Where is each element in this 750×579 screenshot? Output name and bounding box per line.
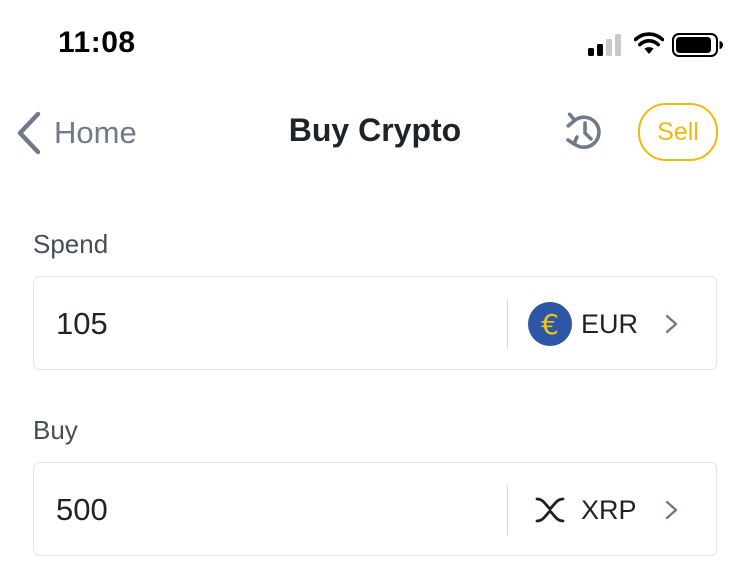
status-time: 11:08 — [58, 26, 136, 59]
spend-currency-selector[interactable]: € EUR — [528, 297, 708, 351]
battery-icon — [672, 33, 723, 57]
history-button[interactable] — [565, 112, 605, 154]
field-divider — [507, 485, 508, 535]
status-icons — [588, 30, 724, 60]
field-divider — [507, 299, 508, 349]
buy-field: XRP — [33, 462, 717, 556]
nav-bar: Home Buy Crypto Sell — [0, 100, 750, 170]
spend-currency-code: EUR — [581, 308, 639, 339]
buy-currency-code: XRP — [581, 494, 637, 525]
buy-currency-selector[interactable]: XRP — [528, 483, 708, 537]
signal-icon — [588, 34, 621, 56]
eur-icon: € — [528, 302, 572, 346]
back-button[interactable]: Home — [14, 110, 137, 156]
chevron-right-icon — [665, 314, 678, 334]
chevron-right-icon — [665, 500, 678, 520]
spend-amount-input[interactable] — [56, 301, 476, 347]
chevron-left-icon — [17, 111, 41, 155]
xrp-icon — [528, 488, 572, 532]
buy-label: Buy — [33, 415, 78, 445]
history-icon — [566, 112, 601, 149]
back-label: Home — [54, 115, 137, 150]
spend-label: Spend — [33, 229, 109, 259]
wifi-icon — [634, 32, 664, 54]
buy-amount-input[interactable] — [56, 487, 476, 533]
status-bar: 11:08 — [0, 0, 750, 90]
sell-button[interactable]: Sell — [638, 103, 718, 161]
spend-field: € EUR — [33, 276, 717, 370]
